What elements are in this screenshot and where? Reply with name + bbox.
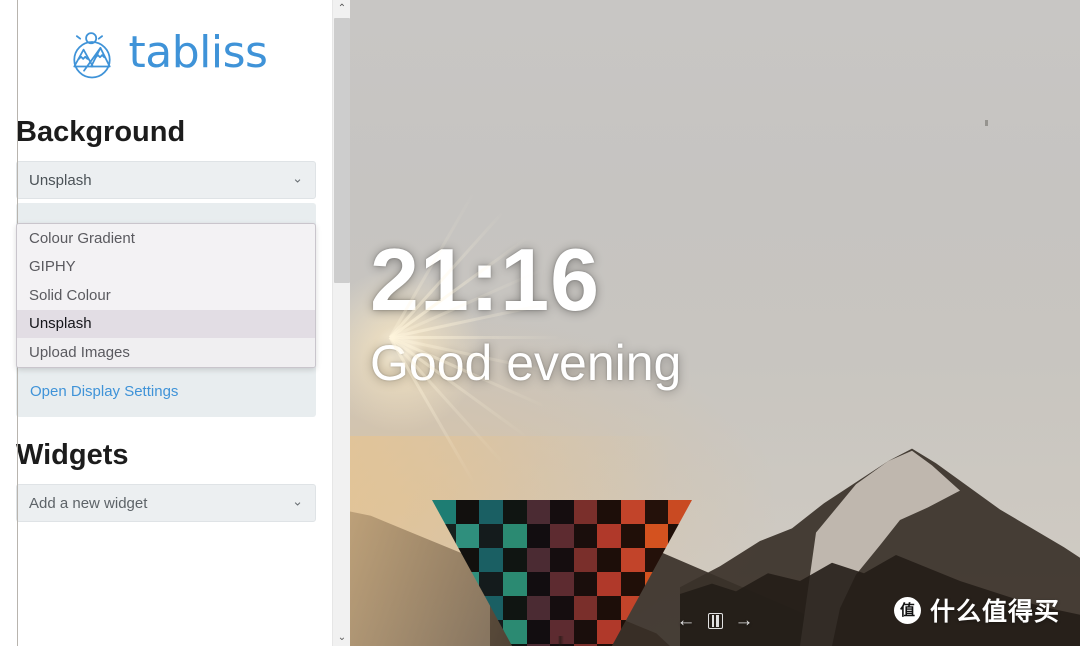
background-source-value: Unsplash [29, 172, 92, 189]
slideshow-controls: ← → [350, 611, 1080, 630]
dropdown-item-label: Solid Colour [29, 287, 111, 304]
background-photo: 21:16 Good evening ← → 值 什么值得买 [350, 0, 1080, 646]
dropdown-item-label: GIPHY [29, 258, 76, 275]
balloon-lines [512, 636, 612, 646]
scroll-up-arrow-icon[interactable]: ⌃ [333, 0, 351, 17]
open-display-settings-link[interactable]: Open Display Settings [30, 383, 178, 400]
sun-ray [390, 336, 560, 339]
dropdown-item-upload-images[interactable]: Upload Images [17, 338, 315, 367]
scroll-down-arrow-icon[interactable]: ⌄ [333, 629, 351, 646]
next-image-icon[interactable]: → [735, 611, 754, 630]
bird-speck [985, 120, 988, 126]
dropdown-item-label: Upload Images [29, 344, 130, 361]
dropdown-item-label: Unsplash [29, 315, 92, 332]
dropdown-item-solid-colour[interactable]: Solid Colour [17, 281, 315, 310]
settings-sidebar: tabliss Background Unsplash ⌄ Official C… [0, 0, 332, 646]
add-widget-select[interactable]: Add a new widget ⌄ [16, 484, 316, 522]
widgets-section-title: Widgets [16, 439, 316, 472]
tabliss-new-tab-page: 21:16 Good evening ← → 值 什么值得买 tabliss B… [0, 0, 1080, 646]
chevron-down-icon: ⌄ [292, 493, 303, 509]
sidebar-scrollbar[interactable]: ⌃ ⌄ [332, 0, 350, 646]
app-logo-text: tabliss [129, 31, 268, 75]
dropdown-item-label: Colour Gradient [29, 230, 135, 247]
scrollbar-thumb[interactable] [334, 18, 350, 283]
dropdown-item-giphy[interactable]: GIPHY [17, 253, 315, 282]
add-widget-value: Add a new widget [29, 495, 147, 512]
app-logo: tabliss [16, 0, 316, 86]
background-source-dropdown[interactable]: Colour Gradient GIPHY Solid Colour Unspl… [16, 223, 316, 368]
chevron-down-icon: ⌄ [292, 170, 303, 186]
dropdown-item-unsplash[interactable]: Unsplash [17, 310, 315, 339]
dropdown-item-colour-gradient[interactable]: Colour Gradient [17, 224, 315, 253]
balloon-panel [726, 170, 762, 570]
background-section-title: Background [16, 116, 316, 149]
previous-image-icon[interactable]: ← [677, 611, 696, 630]
background-source-select[interactable]: Unsplash ⌄ [16, 161, 316, 199]
mountain-sun-circle-icon [65, 26, 119, 80]
balloon-panel [362, 170, 399, 570]
balloon-panel [689, 170, 726, 570]
pause-icon[interactable] [708, 613, 723, 629]
